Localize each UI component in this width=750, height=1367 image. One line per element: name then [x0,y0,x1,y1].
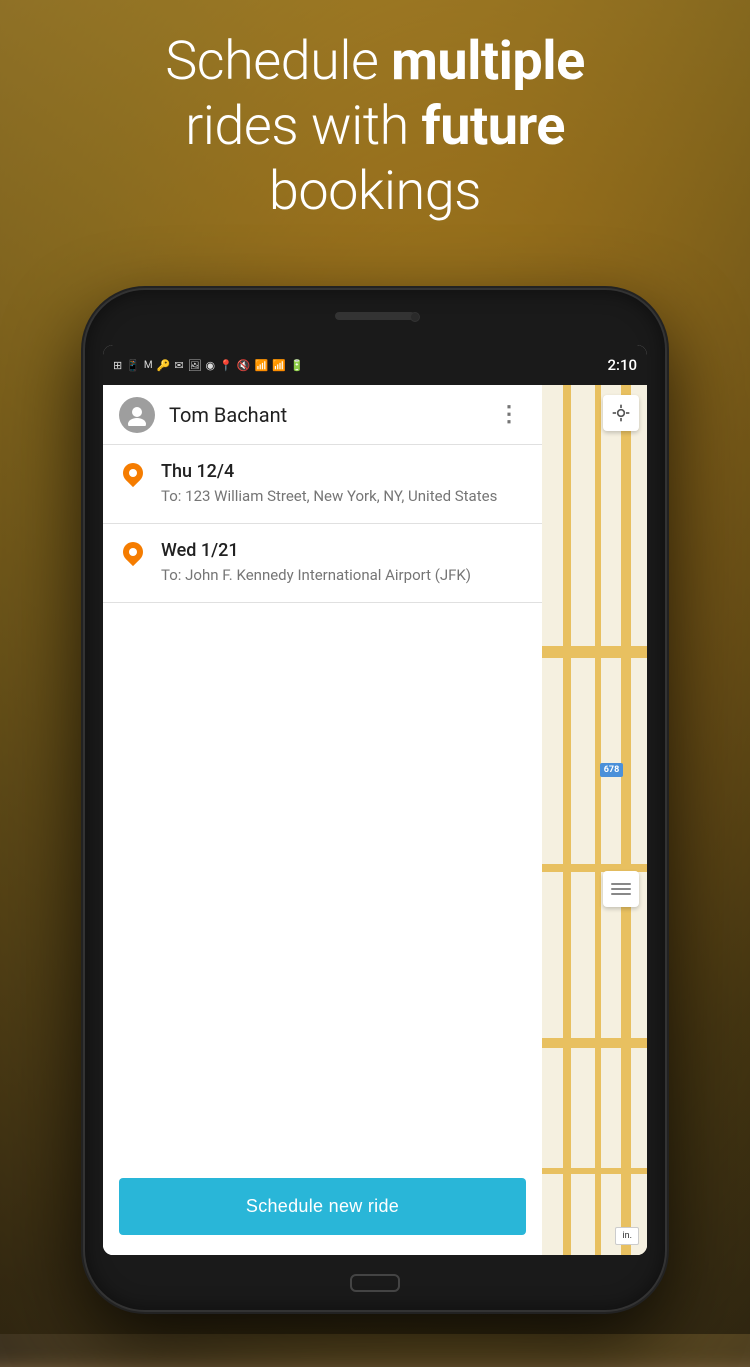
phone-speaker [335,312,415,320]
status-icon-phone: 📱 [126,359,140,372]
schedule-button-container: Schedule new ride [103,1158,542,1255]
header-bar: Tom Bachant ⋮ [103,385,542,445]
schedule-new-ride-button[interactable]: Schedule new ride [119,1178,526,1235]
status-bar: ⊞ 📱 M 🔑 ✉ 🖼 ◉ 📍 🔇 📶 📶 🔋 2:10 [103,345,647,385]
map-label: in. [615,1227,639,1245]
app-content: Tom Bachant ⋮ Thu 12/4 [103,385,647,1255]
phone-device: ⊞ 📱 M 🔑 ✉ 🖼 ◉ 📍 🔇 📶 📶 🔋 2:10 [85,290,665,1310]
status-icon-chrome: ◉ [206,359,216,372]
status-icons: ⊞ 📱 M 🔑 ✉ 🖼 ◉ 📍 🔇 📶 📶 🔋 [113,359,607,372]
status-icon-usb: ⊞ [113,359,122,372]
hero-line2: rides with future [185,95,565,158]
hero-title: Schedule multiple rides with future book… [60,30,690,224]
hero-section: Schedule multiple rides with future book… [0,30,750,224]
menu-line [611,888,631,890]
ride-list: Thu 12/4 To: 123 William Street, New Yor… [103,445,542,1158]
phone-camera [410,312,420,322]
status-icon-key: 🔑 [157,359,171,372]
ride-info: Thu 12/4 To: 123 William Street, New Yor… [161,461,526,507]
ride-item[interactable]: Thu 12/4 To: 123 William Street, New Yor… [103,445,542,524]
map-road [621,385,631,1255]
map-panel: 678 in. [542,385,647,1255]
ride-destination: To: 123 William Street, New York, NY, Un… [161,486,526,507]
main-panel: Tom Bachant ⋮ Thu 12/4 [103,385,542,1255]
status-time: 2:10 [607,356,637,374]
map-road [595,385,601,1255]
status-icon-battery: 🔋 [290,359,304,372]
status-icon-signal: 📶 [272,359,286,372]
map-location-button[interactable] [603,395,639,431]
ride-date: Wed 1/21 [161,540,526,561]
map-menu-button[interactable] [603,871,639,907]
location-pin-icon [119,463,147,491]
phone-body: ⊞ 📱 M 🔑 ✉ 🖼 ◉ 📍 🔇 📶 📶 🔋 2:10 [85,290,665,1310]
user-avatar [119,397,155,433]
status-icon-wifi: 📶 [255,359,269,372]
road-badge: 678 [600,763,624,777]
location-pin-icon [119,542,147,570]
status-icon-mail: M [144,360,153,371]
status-icon-location: 📍 [219,359,233,372]
map-road [563,385,571,1255]
ride-info: Wed 1/21 To: John F. Kennedy Internation… [161,540,526,586]
menu-line [611,883,631,885]
more-button[interactable]: ⋮ [494,398,526,431]
ride-date: Thu 12/4 [161,461,526,482]
status-icon-img: 🖼 [188,359,202,372]
user-name: Tom Bachant [169,403,494,427]
phone-home-button[interactable] [350,1274,400,1292]
ride-destination: To: John F. Kennedy International Airpor… [161,565,526,586]
phone-screen: ⊞ 📱 M 🔑 ✉ 🖼 ◉ 📍 🔇 📶 📶 🔋 2:10 [103,345,647,1255]
ride-item[interactable]: Wed 1/21 To: John F. Kennedy Internation… [103,524,542,603]
status-icon-mute: 🔇 [237,359,251,372]
menu-line [611,893,631,895]
status-icon-msg: ✉ [174,359,183,372]
